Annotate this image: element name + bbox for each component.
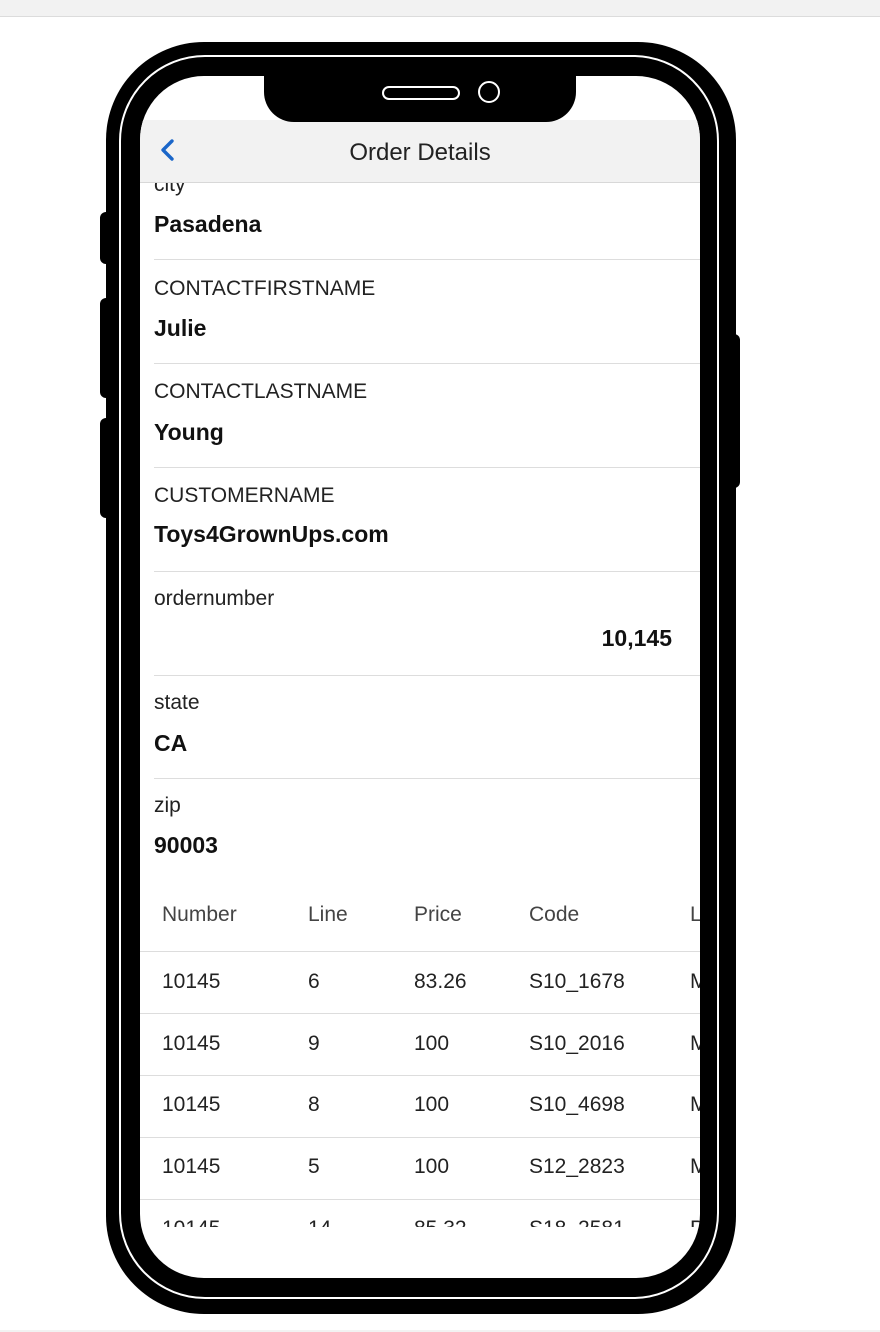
table-row[interactable]: 10145 5 100 S12_2823 M	[140, 1138, 700, 1200]
column-header-code[interactable]: Code	[529, 903, 579, 927]
cell-l: M	[690, 970, 700, 993]
field-label: zip	[154, 794, 181, 817]
field-state: state CA	[154, 676, 700, 779]
details-scroll-area[interactable]: city Pasadena CONTACTFIRSTNAME Julie CON…	[140, 183, 700, 1227]
field-label: CONTACTLASTNAME	[154, 380, 368, 403]
cell-line: 14	[308, 1217, 331, 1227]
field-label: city	[154, 183, 186, 196]
field-value: Young	[154, 419, 224, 445]
field-label: CONTACTFIRSTNAME	[154, 277, 376, 300]
cell-l: M	[690, 1093, 700, 1116]
field-zip: zip 90003	[154, 779, 700, 881]
speaker-grille	[382, 86, 460, 100]
field-label: state	[154, 691, 200, 714]
page-title: Order Details	[349, 139, 491, 166]
field-label: CUSTOMERNAME	[154, 484, 335, 507]
field-customername: CUSTOMERNAME Toys4GrownUps.com	[154, 468, 700, 572]
cell-code: S10_4698	[529, 1093, 625, 1116]
cell-price: 100	[414, 1032, 450, 1055]
cell-number: 10145	[162, 970, 221, 993]
cell-number: 10145	[162, 1093, 221, 1116]
column-header-line[interactable]: Line	[308, 903, 348, 927]
cell-line: 8	[308, 1093, 320, 1116]
cell-number: 10145	[162, 1032, 221, 1055]
table-row[interactable]: 10145 6 83.26 S10_1678 M	[140, 952, 700, 1014]
column-header-price[interactable]: Price	[414, 903, 462, 927]
cell-price: 100	[414, 1093, 450, 1116]
table-row[interactable]: 10145 9 100 S10_2016 M	[140, 1014, 700, 1076]
cell-code: S10_1678	[529, 970, 625, 993]
cell-number: 10145	[162, 1155, 221, 1178]
cell-l: M	[690, 1032, 700, 1055]
table-header-row: Number Line Price Code L	[140, 888, 700, 952]
cell-price: 85.32	[414, 1217, 467, 1227]
cell-line: 5	[308, 1155, 320, 1178]
browser-top-strip	[0, 0, 880, 17]
column-header-l[interactable]: L	[690, 903, 700, 927]
table-row[interactable]: 10145 14 85.32 S18_2581 P	[140, 1200, 700, 1227]
cell-line: 6	[308, 970, 320, 993]
field-value: 10,145	[601, 625, 672, 651]
cell-price: 100	[414, 1155, 450, 1178]
field-contactlastname: CONTACTLASTNAME Young	[154, 364, 700, 468]
field-contactfirstname: CONTACTFIRSTNAME Julie	[154, 260, 700, 364]
table-row[interactable]: 10145 8 100 S10_4698 M	[140, 1076, 700, 1138]
field-city: city Pasadena	[154, 183, 700, 260]
column-header-number[interactable]: Number	[162, 903, 237, 927]
cell-code: S18_2581	[529, 1217, 625, 1227]
field-ordernumber: ordernumber 10,145	[154, 572, 700, 676]
cell-number: 10145	[162, 1217, 220, 1227]
cell-l: M	[690, 1155, 700, 1178]
cell-code: S12_2823	[529, 1155, 625, 1178]
cell-price: 83.26	[414, 970, 467, 993]
phone-screen: Order Details city Pasadena CONTACTFIRST…	[140, 76, 700, 1278]
cell-l: P	[690, 1217, 700, 1227]
field-label: ordernumber	[154, 587, 275, 610]
field-value: 90003	[154, 832, 218, 858]
cell-line: 9	[308, 1032, 320, 1055]
field-value: Toys4GrownUps.com	[154, 521, 389, 547]
cell-code: S10_2016	[529, 1032, 625, 1055]
front-camera	[478, 81, 500, 103]
field-value: Pasadena	[154, 211, 262, 237]
field-value: CA	[154, 730, 188, 756]
field-value: Julie	[154, 315, 207, 341]
navigation-bar: Order Details	[140, 120, 700, 183]
